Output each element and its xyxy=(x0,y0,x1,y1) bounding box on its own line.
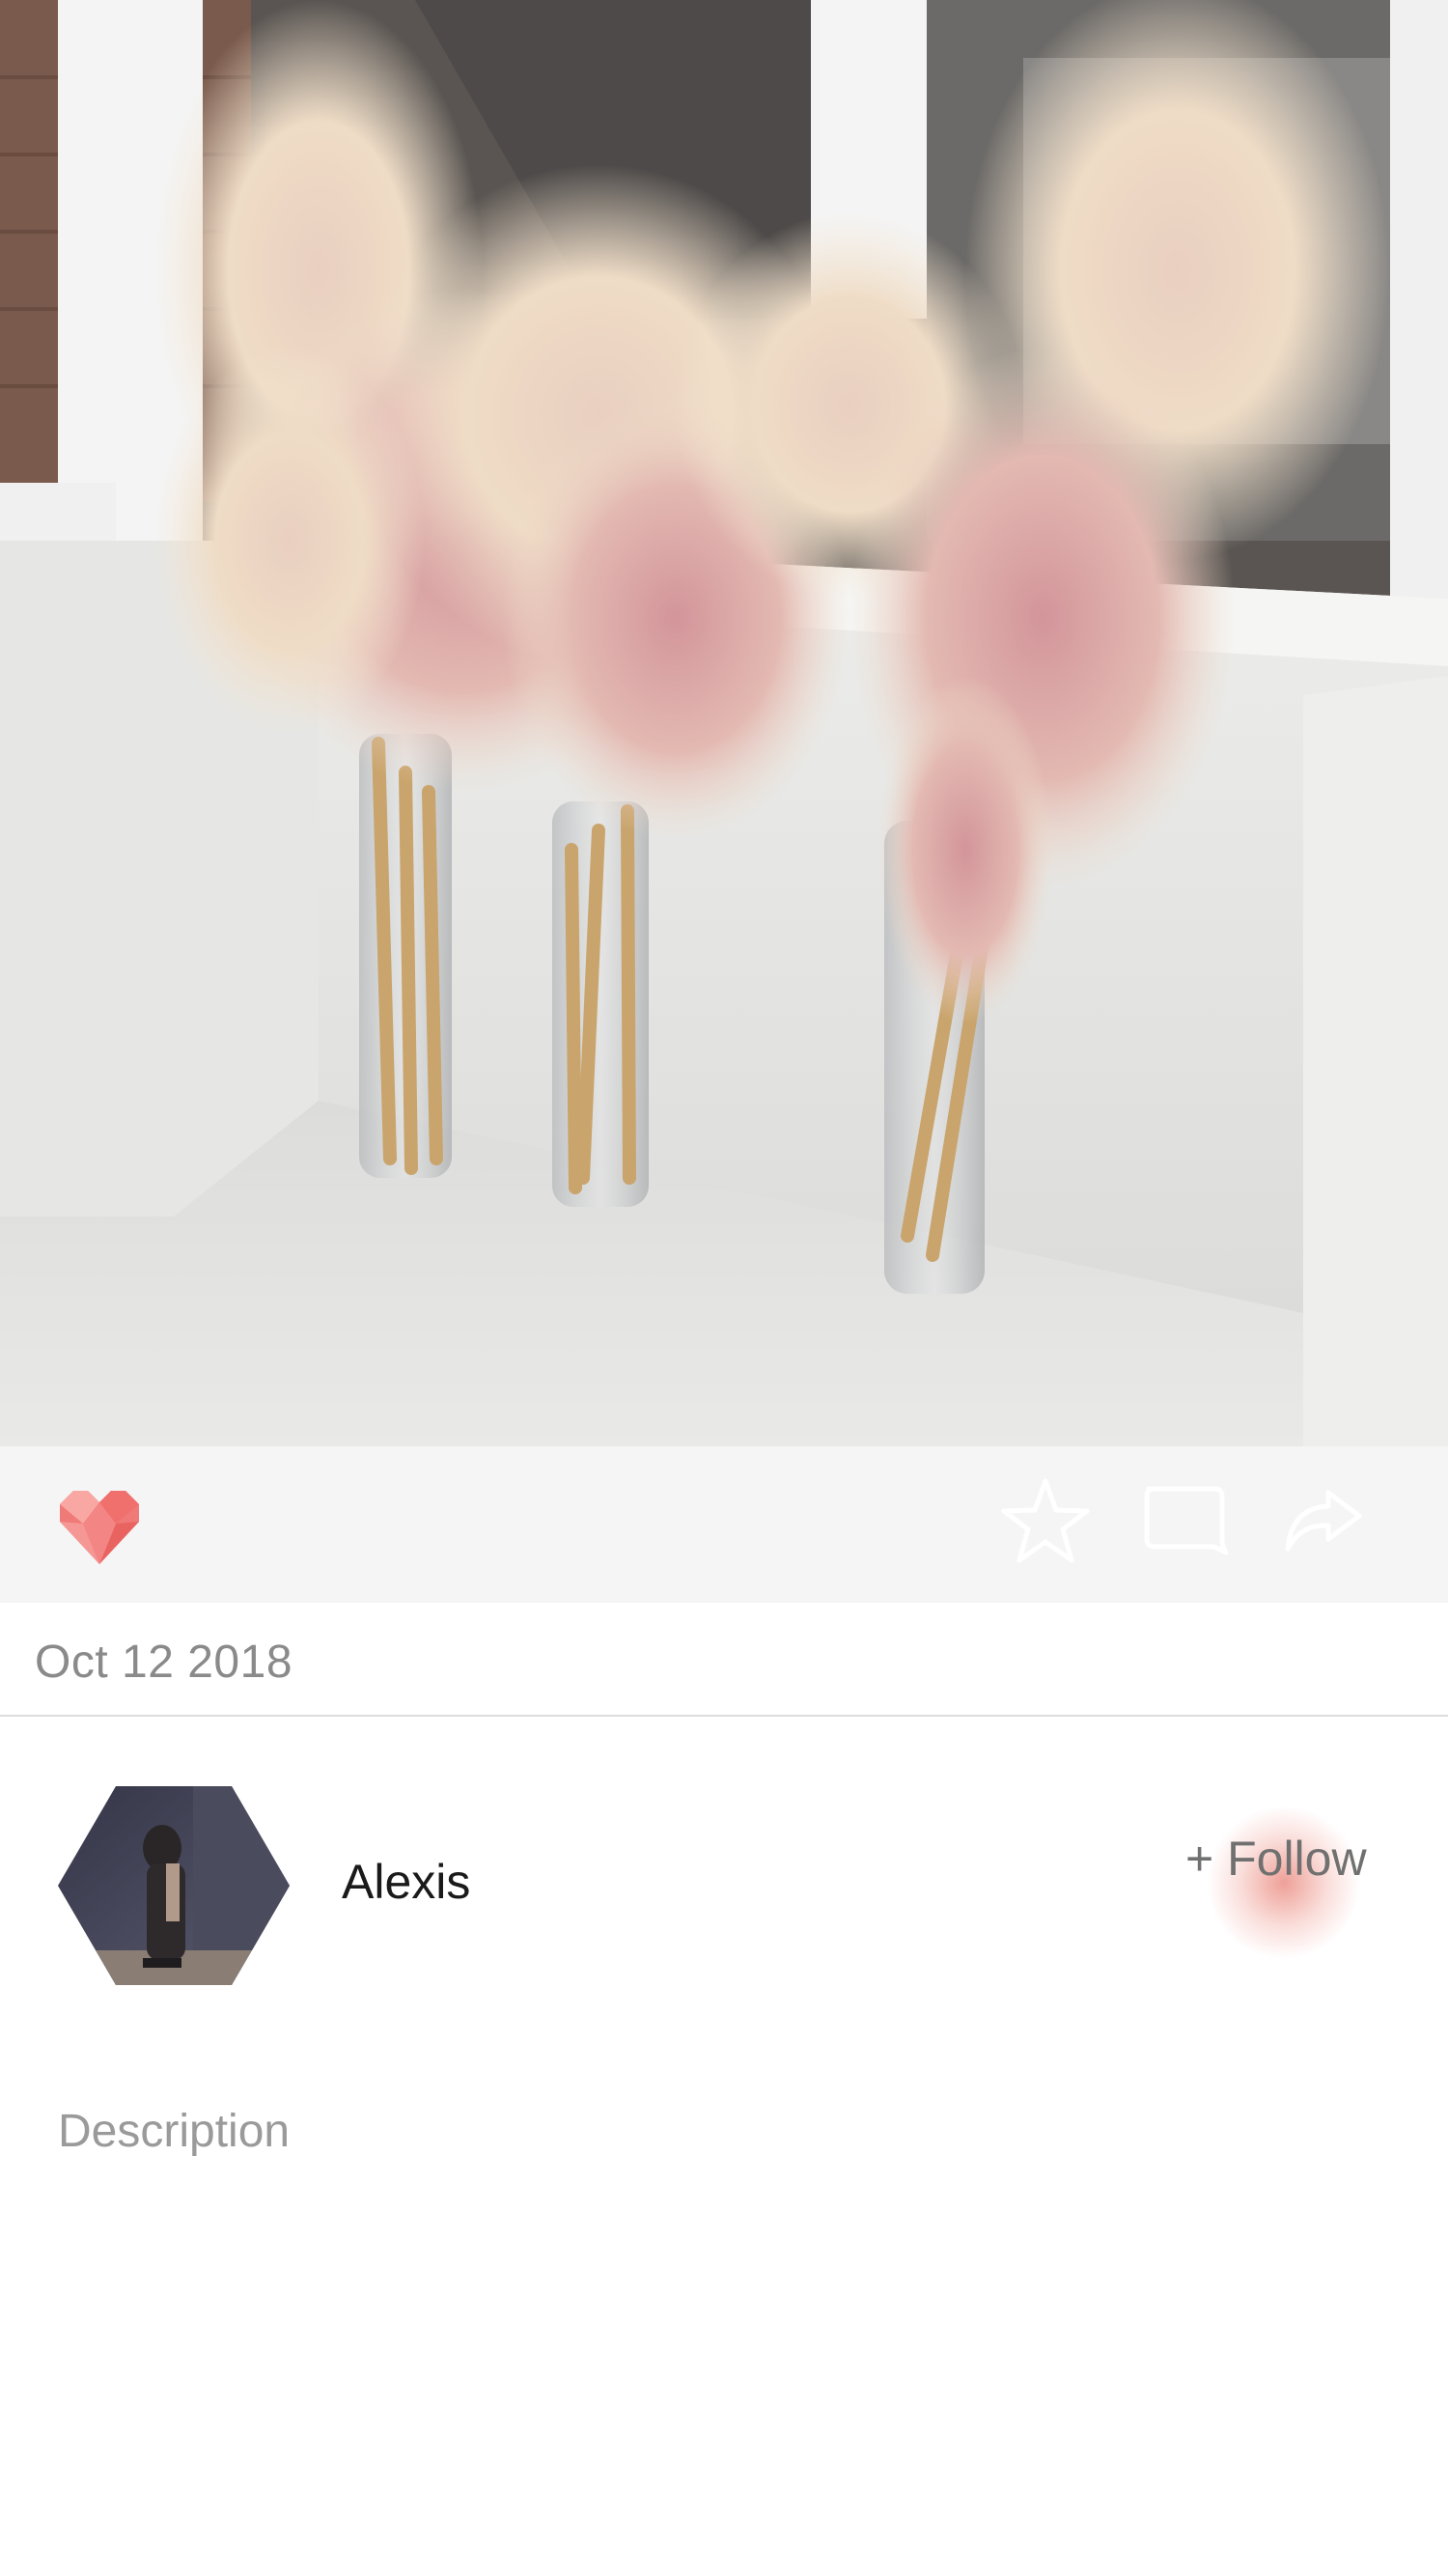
author-row: Alexis + Follow xyxy=(0,1719,1448,2008)
post-action-bar xyxy=(0,1446,1448,1603)
post-detail-screen: Oct 12 2018 Alexis + Follow Description xyxy=(0,0,1448,2576)
pampas-grass-photo-illustration xyxy=(0,0,1448,1446)
comment-icon[interactable] xyxy=(1139,1481,1228,1560)
follow-button[interactable]: + Follow xyxy=(1185,1831,1367,1887)
post-date-row: Oct 12 2018 xyxy=(0,1603,1448,1717)
description-placeholder[interactable]: Description xyxy=(58,2105,290,2158)
share-icon[interactable] xyxy=(1284,1487,1363,1553)
post-photo[interactable] xyxy=(0,0,1448,1446)
post-date: Oct 12 2018 xyxy=(35,1637,293,1688)
avatar[interactable] xyxy=(58,1786,290,1985)
username[interactable]: Alexis xyxy=(342,1854,470,1910)
heart-icon[interactable] xyxy=(56,1487,143,1566)
star-icon[interactable] xyxy=(1000,1475,1091,1566)
